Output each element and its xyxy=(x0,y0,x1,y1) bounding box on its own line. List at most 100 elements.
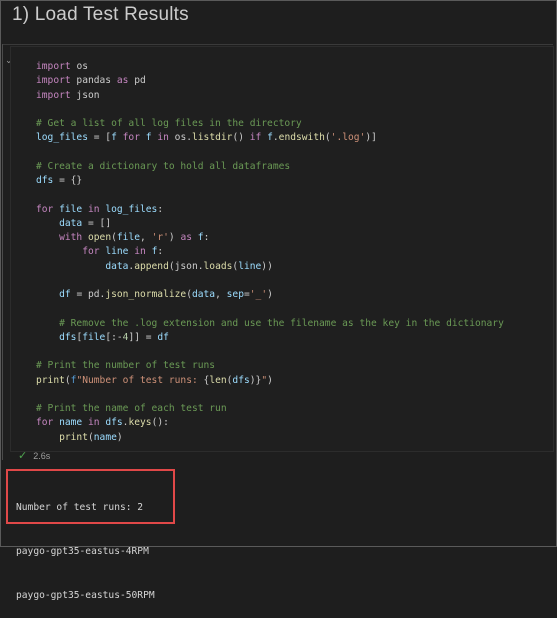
code-token: log_files xyxy=(105,203,158,215)
output-line: Number of test runs: 2 xyxy=(16,502,144,514)
code-token: json_normalize xyxy=(105,289,187,300)
code-line[interactable]: # Create a dictionary to hold all datafr… xyxy=(36,160,504,174)
code-line[interactable]: import os xyxy=(36,60,504,74)
code-line[interactable] xyxy=(36,388,504,402)
code-token: (): xyxy=(151,417,169,429)
code-token: as xyxy=(180,232,193,243)
code-token: append xyxy=(134,260,169,272)
code-token: # Create a dictionary to hold all datafr… xyxy=(36,160,291,172)
code-token: file xyxy=(59,203,83,215)
code-line[interactable]: df = pd.json_normalize(data, sep='_') xyxy=(36,288,504,302)
code-line[interactable]: for line in f: xyxy=(36,245,504,259)
code-token: )} xyxy=(249,374,262,386)
code-token: : xyxy=(203,232,210,243)
code-line[interactable] xyxy=(36,302,504,316)
code-token: sep xyxy=(226,289,244,300)
code-line[interactable]: print(name) xyxy=(36,431,504,445)
code-token: name xyxy=(59,417,83,429)
code-token: = pd. xyxy=(70,289,106,300)
code-line[interactable]: data = [] xyxy=(36,217,504,231)
code-token: in xyxy=(88,417,100,429)
code-line[interactable]: for name in dfs.keys(): xyxy=(36,416,504,430)
code-line[interactable]: # Print the number of test runs xyxy=(36,359,504,373)
code-line[interactable]: log_files = [f for f in os.listdir() if … xyxy=(36,131,504,145)
code-token: df xyxy=(59,289,71,300)
code-token: in xyxy=(88,203,100,215)
code-token: "Number of test runs: xyxy=(76,374,204,386)
code-token: in xyxy=(157,132,169,144)
code-token: # Get a list of all log files in the dir… xyxy=(36,118,302,129)
code-line[interactable]: dfs[file[:-4]] = df xyxy=(36,331,504,345)
code-token: ]] = xyxy=(128,331,158,343)
code-token: as xyxy=(116,75,129,87)
code-line[interactable]: dfs = {} xyxy=(36,174,504,188)
code-token: line xyxy=(238,260,262,272)
code-token: pd xyxy=(128,75,146,87)
execution-time: 2.6s xyxy=(33,451,51,461)
code-content[interactable]: import os import pandas as pd import json … xyxy=(36,60,504,445)
code-line[interactable]: import pandas as pd xyxy=(36,74,504,88)
code-token: , xyxy=(140,232,152,243)
code-token: = {} xyxy=(53,175,83,186)
output-line: paygo-gpt35-eastus-50RPM xyxy=(16,589,155,601)
code-token: file xyxy=(82,331,106,343)
code-line[interactable]: print(f"Number of test runs: {len(dfs)}"… xyxy=(36,374,504,388)
code-token: # Remove the .log extension and use the … xyxy=(59,317,504,329)
code-line[interactable] xyxy=(36,146,504,160)
code-token: )) xyxy=(261,260,273,272)
code-line[interactable]: import json xyxy=(36,89,504,103)
code-token: print xyxy=(36,374,65,386)
code-token: line xyxy=(105,246,129,258)
code-line[interactable]: for file in log_files: xyxy=(36,203,504,217)
code-token: # Print the name of each test run xyxy=(36,403,227,414)
code-token: os. xyxy=(168,132,192,144)
code-token: )] xyxy=(365,132,377,144)
code-token: df xyxy=(157,331,169,343)
code-token: ) xyxy=(116,431,123,443)
code-line[interactable]: # Print the name of each test run xyxy=(36,402,504,416)
code-line[interactable] xyxy=(36,188,504,202)
code-token: in xyxy=(134,246,146,258)
code-line[interactable]: with open(file, 'r') as f: xyxy=(36,231,504,245)
code-token: : xyxy=(157,246,164,258)
code-line[interactable]: data.append(json.loads(line)) xyxy=(36,260,504,274)
code-token: if xyxy=(249,132,262,144)
code-line[interactable] xyxy=(36,103,504,117)
code-line[interactable]: # Get a list of all log files in the dir… xyxy=(36,117,504,131)
output-line: paygo-gpt35-eastus-4RPM xyxy=(16,545,149,557)
code-token: open xyxy=(88,232,112,243)
code-token: for xyxy=(36,417,54,429)
code-token: () xyxy=(232,132,250,144)
code-token: # Print the number of test runs xyxy=(36,360,216,372)
code-line[interactable] xyxy=(36,345,504,359)
code-token: : xyxy=(157,203,164,215)
markdown-heading: 1) Load Test Results xyxy=(12,4,189,25)
code-token: '_' xyxy=(249,289,268,300)
code-token: ) xyxy=(168,232,181,243)
code-token: name xyxy=(93,431,117,443)
code-token: os xyxy=(76,61,88,72)
code-token: keys xyxy=(128,417,152,429)
code-token: pandas xyxy=(70,75,117,87)
code-token: (json. xyxy=(168,260,204,272)
code-token: dfs xyxy=(59,331,77,343)
code-line[interactable] xyxy=(36,274,504,288)
code-line[interactable]: # Remove the .log extension and use the … xyxy=(36,317,504,331)
code-token: data xyxy=(191,289,216,300)
code-token: loads xyxy=(203,260,233,272)
code-token: json xyxy=(70,89,100,101)
code-token: ) xyxy=(267,374,273,386)
code-token: file xyxy=(116,232,140,243)
code-token: print xyxy=(59,431,88,443)
code-token: = [] xyxy=(82,217,112,229)
code-token: , xyxy=(215,289,227,300)
code-token: for xyxy=(82,246,100,258)
cell-output: Number of test runs: 2 paygo-gpt35-eastu… xyxy=(16,472,155,618)
code-token: dfs xyxy=(232,374,250,386)
